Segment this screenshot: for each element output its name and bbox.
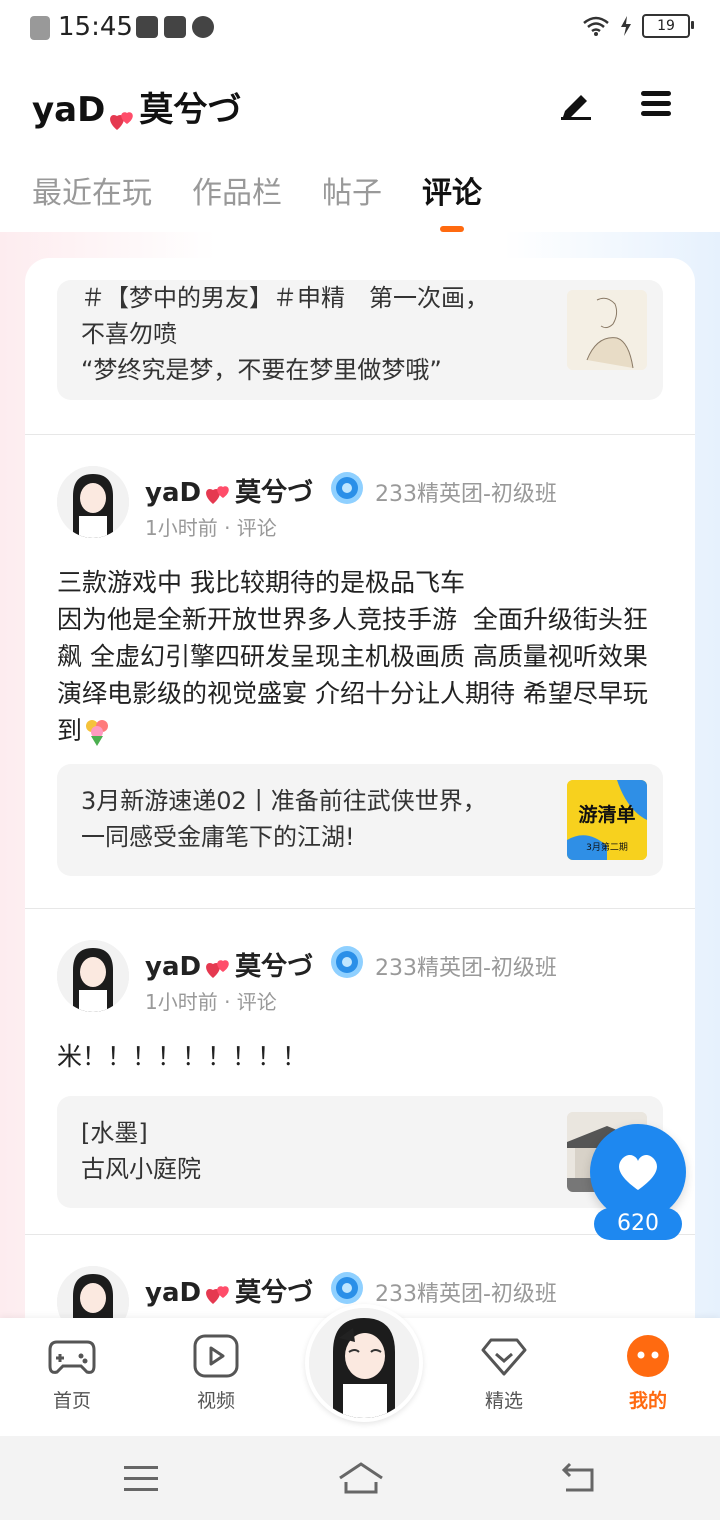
two-hearts-icon: [109, 101, 135, 130]
nav-label: 首页: [52, 1390, 91, 1412]
username[interactable]: yaD 莫兮づ: [145, 946, 313, 983]
home-icon[interactable]: [338, 1460, 384, 1496]
nav-label: 精选: [484, 1390, 523, 1412]
tab-works[interactable]: 作品栏: [192, 168, 282, 212]
like-button[interactable]: [590, 1124, 686, 1220]
bouquet-icon: [82, 718, 112, 746]
heart-gem-icon: [481, 1338, 527, 1376]
comment-text: 三款游戏中 我比较期待的是极品飞车 因为他是全新开放世界多人竞技手游 全面升级街…: [57, 568, 648, 746]
linked-post-thumbnail: 游清单 3月第二期: [567, 780, 647, 860]
two-hearts-icon: [205, 957, 231, 979]
recent-apps-icon[interactable]: [122, 1460, 162, 1496]
nav-me[interactable]: 我的: [598, 1334, 698, 1413]
play-icon: [193, 1334, 239, 1378]
hamburger-menu-icon: [641, 91, 671, 116]
nav-label: 视频: [196, 1390, 235, 1412]
two-hearts-icon: [205, 483, 231, 505]
gamepad-icon: [48, 1340, 96, 1374]
linked-post-card[interactable]: 3月新游速递02丨准备前往武侠世界， 一同感受金庸笔下的江湖! 游清单 3月第二…: [57, 764, 663, 876]
edit-button[interactable]: [556, 84, 596, 124]
linked-post-text: [水墨] 古风小庭院: [81, 1119, 201, 1183]
comment-meta: 1小时前 · 评论: [145, 516, 277, 540]
divider: [25, 434, 695, 435]
linked-post-card[interactable]: ＃【梦中的男友】＃申精 第一次画， 不喜勿喷 “梦终究是梦，不要在梦里做梦哦”: [57, 280, 663, 400]
rank-badge-icon: [329, 1270, 365, 1306]
wifi-icon: [583, 16, 609, 36]
avatar[interactable]: [57, 466, 129, 538]
linked-post-card[interactable]: [水墨] 古风小庭院: [57, 1096, 663, 1208]
rank-badge-icon: [329, 944, 365, 980]
divider: [25, 1234, 695, 1235]
center-avatar-button[interactable]: [305, 1304, 423, 1422]
tab-posts[interactable]: 帖子: [322, 168, 382, 212]
nav-featured[interactable]: 精选: [454, 1334, 554, 1413]
menu-button[interactable]: [636, 84, 676, 124]
notification-close-icon: [30, 16, 50, 40]
tab-comments[interactable]: 评论: [422, 168, 482, 212]
linked-post-thumbnail: [567, 290, 647, 370]
back-icon[interactable]: [560, 1460, 600, 1496]
avatar[interactable]: [57, 940, 129, 1012]
two-hearts-icon: [205, 1283, 231, 1305]
app-header: yaD 莫兮づ: [0, 58, 720, 148]
linked-post-text: 3月新游速递02丨准备前往武侠世界， 一同感受金庸笔下的江湖!: [81, 787, 487, 851]
heart-icon: [619, 1154, 657, 1190]
pen-icon: [561, 95, 591, 120]
tab-recently-played[interactable]: 最近在玩: [32, 168, 152, 212]
comment-item[interactable]: yaD 莫兮づ 233精英团-初级班 1小时前 · 评论 三款游戏中 我比较期待的…: [25, 436, 695, 908]
user-group: 233精英团-初级班: [375, 1282, 557, 1307]
charging-icon: [621, 16, 631, 36]
media-icon: [136, 16, 158, 38]
comment-meta: 1小时前 · 评论: [145, 990, 277, 1014]
profile-tabs: 最近在玩 作品栏 帖子 评论: [0, 148, 720, 233]
avatar[interactable]: [57, 1266, 129, 1322]
battery-indicator: 19: [642, 14, 694, 38]
app-icon: [192, 16, 214, 38]
face-icon: [627, 1335, 669, 1377]
message-icon: [164, 16, 186, 38]
like-count: 620: [594, 1208, 682, 1240]
nav-video[interactable]: 视频: [166, 1334, 266, 1413]
nav-home[interactable]: 首页: [22, 1334, 122, 1413]
comment-text: 米！！！！！！！！！: [57, 1042, 308, 1071]
username[interactable]: yaD 莫兮づ: [145, 472, 313, 509]
linked-post-text: ＃【梦中的男友】＃申精 第一次画， 不喜勿喷 “梦终究是梦，不要在梦里做梦哦”: [81, 284, 489, 384]
username[interactable]: yaD 莫兮づ: [145, 1272, 313, 1309]
status-time: 15:45: [58, 12, 133, 42]
status-bar: 15:45 19: [0, 0, 720, 58]
divider: [25, 908, 695, 909]
user-group: 233精英团-初级班: [375, 482, 557, 507]
rank-badge-icon: [329, 470, 365, 506]
page-title: yaD 莫兮づ: [32, 90, 242, 130]
user-group: 233精英团-初级班: [375, 956, 557, 981]
nav-label: 我的: [628, 1390, 667, 1412]
system-navigation-bar: [0, 1436, 720, 1520]
